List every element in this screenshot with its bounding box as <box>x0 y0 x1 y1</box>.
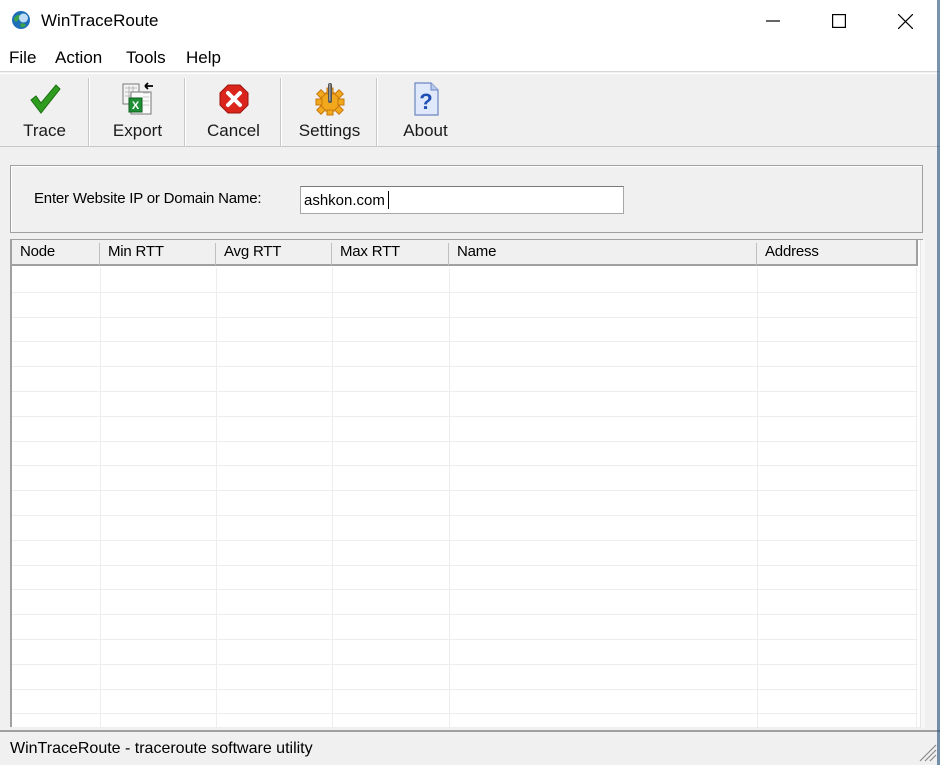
column-header-max-rtt[interactable]: Max RTT <box>332 243 449 265</box>
resize-grip-icon[interactable] <box>915 740 937 762</box>
grid-column-line <box>216 268 217 728</box>
status-text: WinTraceRoute - traceroute software util… <box>10 740 313 757</box>
settings-button[interactable]: Settings <box>282 74 377 147</box>
export-button[interactable]: X Export <box>90 74 185 147</box>
checkmark-icon <box>25 79 65 119</box>
column-header-min-rtt[interactable]: Min RTT <box>100 243 216 265</box>
table-right-gutter <box>920 240 925 728</box>
column-header-address[interactable]: Address <box>757 243 916 265</box>
trace-button[interactable]: Trace <box>0 74 89 147</box>
globe-icon <box>11 10 31 30</box>
grid-row-line <box>12 465 918 467</box>
cancel-label: Cancel <box>207 121 260 140</box>
status-bar: WinTraceRoute - traceroute software util… <box>0 730 940 765</box>
maximize-icon <box>832 14 846 28</box>
results-table: Node Min RTT Avg RTT Max RTT Name Addres… <box>10 239 925 728</box>
about-button[interactable]: ? About <box>378 74 473 147</box>
svg-text:X: X <box>131 100 139 112</box>
grid-row-line <box>12 440 918 442</box>
menu-bar: File Action Tools Help <box>0 42 940 72</box>
minimize-icon <box>766 20 780 22</box>
grid-row-line <box>12 663 918 665</box>
grid-row-line <box>12 415 918 417</box>
window-title: WinTraceRoute <box>41 11 159 30</box>
column-header-name[interactable]: Name <box>449 243 757 265</box>
menu-file[interactable]: File <box>9 48 36 68</box>
menu-help[interactable]: Help <box>186 48 221 68</box>
cancel-icon <box>214 79 254 119</box>
grid-row-line <box>12 688 918 690</box>
excel-export-icon: X <box>118 79 158 119</box>
settings-label: Settings <box>298 121 361 140</box>
settings-gear-icon <box>310 79 350 119</box>
grid-row-line <box>12 341 918 343</box>
help-document-icon: ? <box>406 79 446 119</box>
title-bar: WinTraceRoute <box>0 0 940 42</box>
trace-label: Trace <box>23 121 66 140</box>
grid-row-line <box>12 539 918 541</box>
domain-input-panel: Enter Website IP or Domain Name: <box>10 165 923 233</box>
toolbar: Trace X Export Cancel Settings ? About <box>0 73 940 147</box>
table-body[interactable] <box>12 268 918 728</box>
minimize-button[interactable] <box>740 0 806 42</box>
grid-column-line <box>916 268 917 728</box>
grid-row-line <box>12 639 918 640</box>
grid-row-line <box>12 490 918 492</box>
maximize-button[interactable] <box>806 0 872 42</box>
grid-row-line <box>12 564 918 566</box>
grid-column-line <box>332 268 333 728</box>
domain-input[interactable] <box>300 186 624 214</box>
grid-row-line <box>12 291 918 293</box>
grid-row-line <box>12 391 918 392</box>
grid-row-line <box>12 713 918 715</box>
table-header: Node Min RTT Avg RTT Max RTT Name Addres… <box>12 240 918 266</box>
export-label: Export <box>112 121 163 140</box>
cancel-button[interactable]: Cancel <box>186 74 281 147</box>
domain-input-label: Enter Website IP or Domain Name: <box>34 190 262 207</box>
svg-text:?: ? <box>419 89 432 114</box>
grid-row-line <box>12 366 918 368</box>
grid-column-line <box>757 268 758 728</box>
close-icon <box>897 13 913 29</box>
grid-row-line <box>12 589 918 591</box>
text-caret <box>388 191 389 209</box>
grid-column-line <box>100 268 101 728</box>
column-header-node[interactable]: Node <box>12 243 100 265</box>
grid-row-line <box>12 614 918 616</box>
grid-column-line <box>449 268 450 728</box>
menu-tools[interactable]: Tools <box>126 48 166 68</box>
about-label: About <box>403 121 448 140</box>
grid-row-line <box>12 316 918 318</box>
column-header-avg-rtt[interactable]: Avg RTT <box>216 243 332 265</box>
grid-row-line <box>12 515 918 516</box>
close-button[interactable] <box>872 0 938 42</box>
menu-action[interactable]: Action <box>55 48 102 68</box>
